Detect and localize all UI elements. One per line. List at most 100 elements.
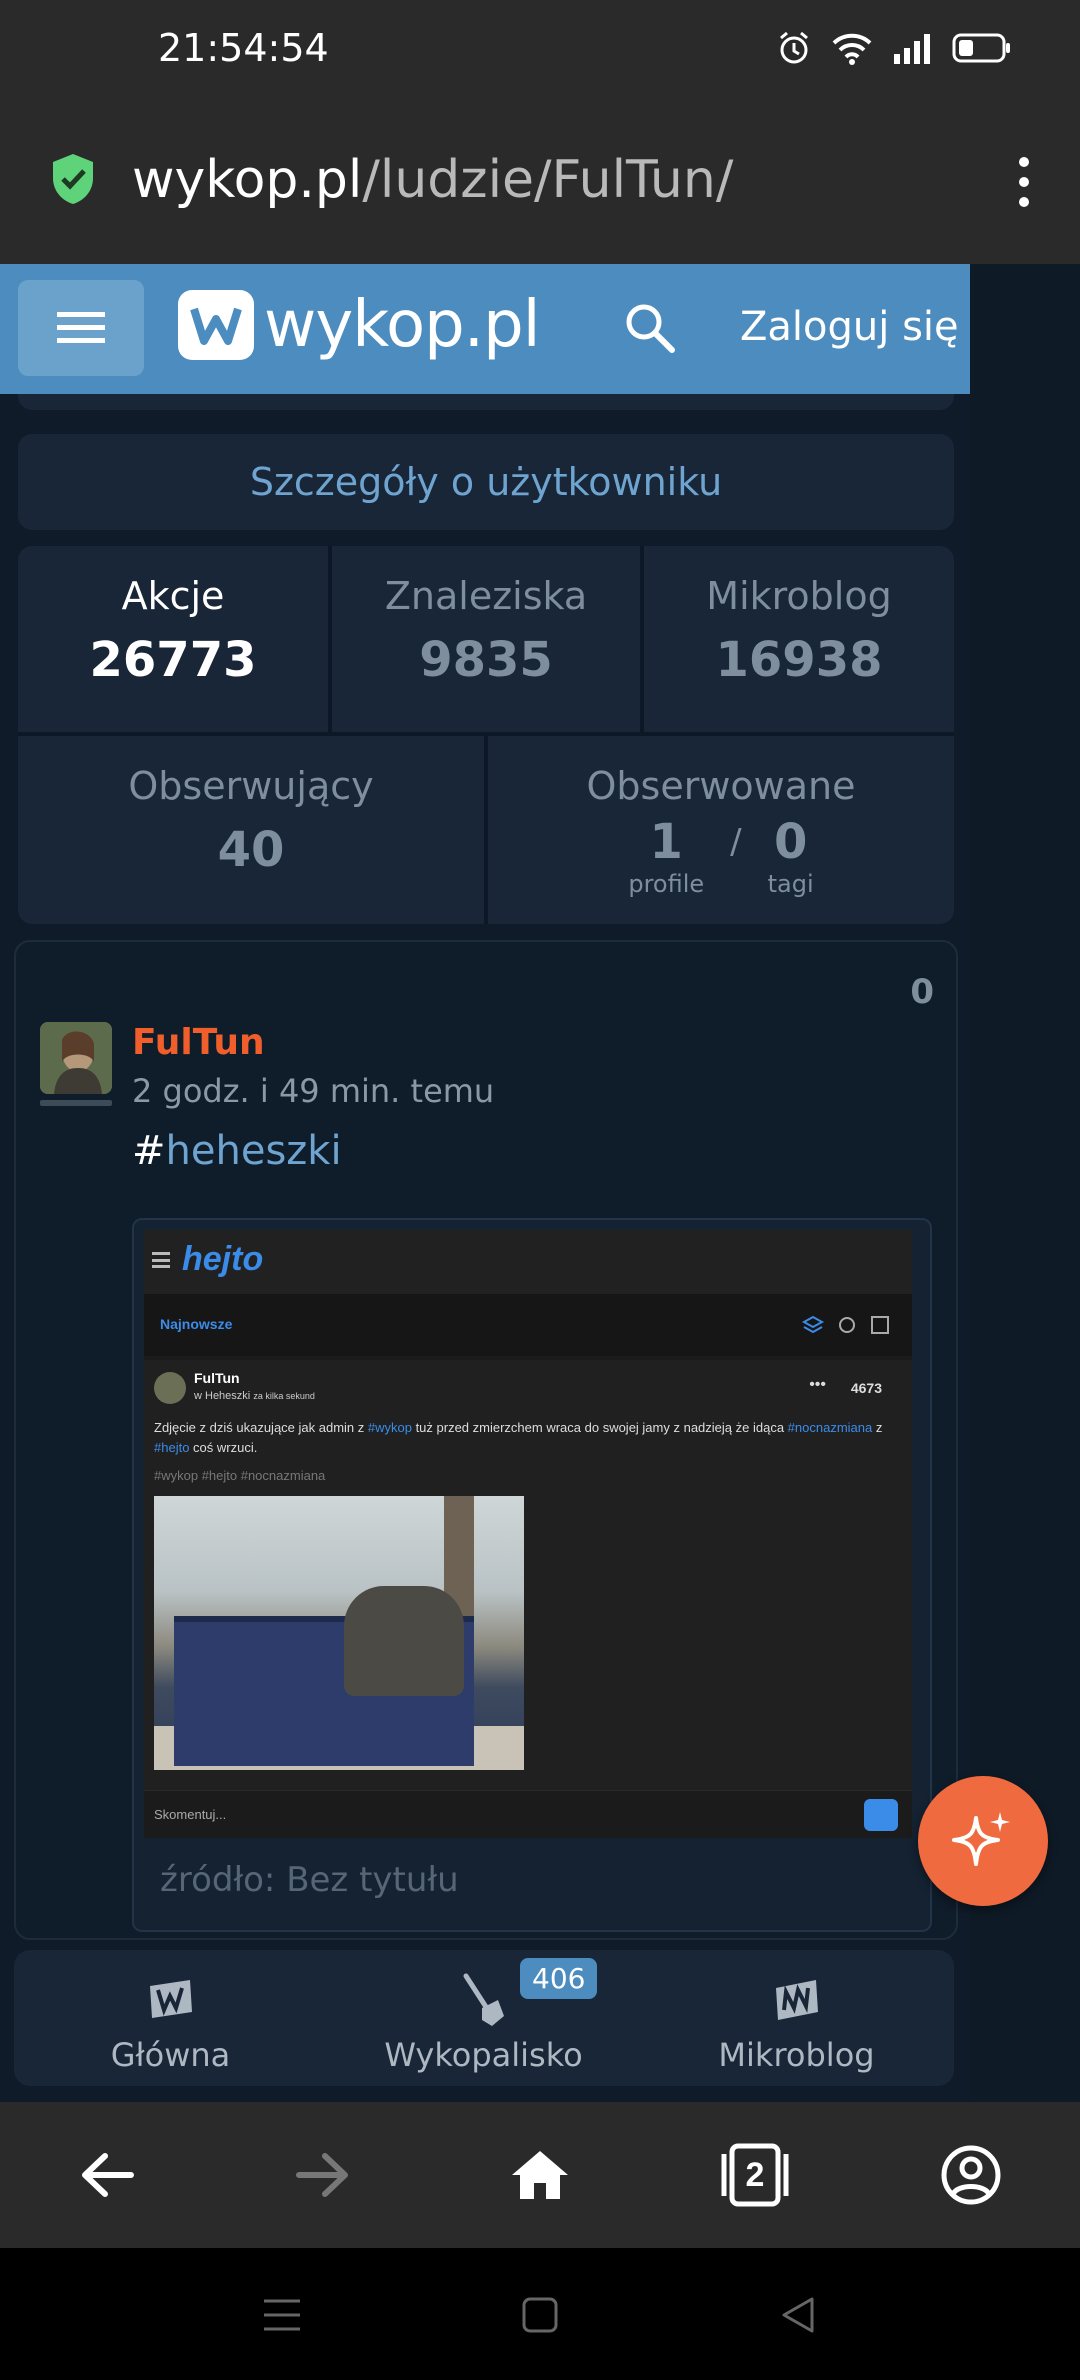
embedded-image[interactable]: hejto Najnowsze FulTun w Heheszki za kil… [132,1218,932,1932]
stat-following[interactable]: Obserwowane 1 profile / 0 tagi [488,736,954,924]
shot-send-icon [864,1799,898,1831]
shot-text-3: z [872,1420,883,1435]
forward-button[interactable] [288,2140,358,2210]
shot-subline: w Heheszki za kilka sekund [194,1390,315,1402]
post-time[interactable]: 2 godz. i 49 min. temu [132,1072,494,1110]
vote-count[interactable]: 0 [910,972,934,1012]
triangle-back-icon [782,2297,814,2333]
image-source[interactable]: źródło: Bez tytułu [160,1860,459,1900]
following-profiles[interactable]: 1 profile [628,814,704,898]
shot-tab-icons [802,1315,889,1334]
stat-actions[interactable]: Akcje 26773 [18,546,328,732]
search-icon[interactable] [622,300,678,356]
tag-hash: # [132,1128,166,1174]
stat-following-label: Obserwowane [586,764,856,808]
hamburger-menu-button[interactable] [18,280,144,376]
avatar[interactable] [40,1022,112,1094]
embedded-screenshot: hejto Najnowsze FulTun w Heheszki za kil… [144,1230,912,1838]
browser-toolbar: 2 [0,2102,1080,2248]
stat-followers[interactable]: Obserwujący 40 [18,736,484,924]
nav-home-label: Główna [110,2036,231,2074]
wykop-logo[interactable]: wykop.pl [178,288,541,362]
following-tags-label: tagi [767,870,814,898]
stat-followers-label: Obserwujący [128,764,374,808]
browser-url-bar[interactable]: wykop.pl/ludzie/FulTun/ [0,96,1080,264]
url-text[interactable]: wykop.pl/ludzie/FulTun/ [132,150,733,210]
status-bar: 21:54:54 [0,0,1080,96]
login-link[interactable]: Zaloguj się [740,304,959,350]
recent-apps-icon [264,2299,300,2331]
shot-text-2: tuż przed zmierzchem wraca do swojej jam… [411,1420,788,1435]
nav-microblog[interactable]: Mikroblog [640,1950,953,2086]
user-details-label: Szczegóły o użytkowniku [249,460,723,504]
forward-arrow-icon [296,2153,348,2197]
sparkle-icon [952,1812,1010,1866]
tabs-count: 2 [745,2155,765,2194]
nav-home[interactable]: Główna [14,1950,327,2086]
status-time: 21:54:54 [158,26,329,70]
stat-followers-value: 40 [217,822,285,878]
stat-links-value: 9835 [419,632,553,688]
previous-card-edge [18,394,954,410]
back-button[interactable] [72,2140,142,2210]
shot-link-1: #wykop [367,1420,412,1435]
shot-tab-newest: Najnowsze [160,1316,233,1332]
tag-name: heheszki [165,1128,342,1174]
site-bottom-nav: Główna Wykopalisko 406 Mikroblog [14,1950,954,2086]
nav-dig-label: Wykopalisko [384,2036,583,2074]
logo-text: wykop.pl [264,288,541,362]
post-author[interactable]: FulTun [132,1022,265,1063]
stat-microblog-value: 16938 [715,632,883,688]
following-tags-value: 0 [773,814,808,870]
account-button[interactable] [936,2140,1006,2210]
shot-age: za kilka sekund [253,1391,315,1401]
shot-link-3: #hejto [154,1440,190,1455]
ai-sparkle-button[interactable] [918,1776,1048,1906]
shot-community: w Heheszki [194,1390,251,1402]
shot-text-4: coś wrzuci. [189,1440,258,1455]
shot-author: FulTun [194,1370,240,1386]
url-host: wykop.pl [132,150,363,210]
shot-link-2: #nocnazmiana [787,1420,873,1435]
post-tag[interactable]: #heheszki [132,1128,342,1174]
shot-brand: hejto [182,1240,264,1278]
page-main: wykop.pl Zaloguj się Szczegóły o użytkow… [0,264,970,2102]
browser-menu-icon[interactable] [1004,152,1044,212]
shot-hamburger-icon [152,1252,170,1268]
shot-avatar [154,1372,186,1404]
user-details-button[interactable]: Szczegóły o użytkowniku [18,434,954,530]
stat-microblog-label: Mikroblog [706,574,892,618]
android-nav-bar [0,2248,1080,2380]
photo-person [344,1586,464,1696]
shot-header: hejto [144,1230,912,1294]
avatar-image [40,1022,112,1094]
alarm-icon [780,31,808,64]
account-icon [941,2145,1001,2205]
site-header: wykop.pl Zaloguj się [0,264,970,394]
shot-text-1: Zdjęcie z dziś ukazujące jak admin z [154,1420,368,1435]
nav-dig-badge: 406 [520,1958,598,1999]
system-back-button[interactable] [768,2288,828,2342]
stat-following-split: 1 profile / 0 tagi [488,814,954,898]
secure-shield-icon [53,154,93,204]
system-home-button[interactable] [510,2288,570,2342]
stat-microblog[interactable]: Mikroblog 16938 [644,546,954,732]
shot-post: FulTun w Heheszki za kilka sekund ••• 46… [144,1360,912,1790]
tabs-button[interactable]: 2 [720,2140,790,2210]
avatar-status-bar [40,1100,112,1106]
hamburger-icon [57,312,105,343]
microblog-logo-icon [775,1980,818,2020]
web-page: wykop.pl Zaloguj się Szczegóły o użytkow… [0,264,1080,2102]
status-icons [776,30,1012,66]
following-separator: / [730,822,742,862]
user-stats: Akcje 26773 Znaleziska 9835 Mikroblog 16… [18,546,954,924]
shot-tags: #wykop #hejto #nocnazmiana [154,1468,326,1483]
recent-apps-button[interactable] [252,2288,312,2342]
stat-actions-value: 26773 [89,632,257,688]
following-tags[interactable]: 0 tagi [768,814,814,898]
wifi-icon [832,33,872,65]
shot-photo [154,1496,524,1770]
stat-links[interactable]: Znaleziska 9835 [332,546,640,732]
shot-tabs: Najnowsze [144,1294,912,1356]
home-button[interactable] [505,2140,575,2210]
